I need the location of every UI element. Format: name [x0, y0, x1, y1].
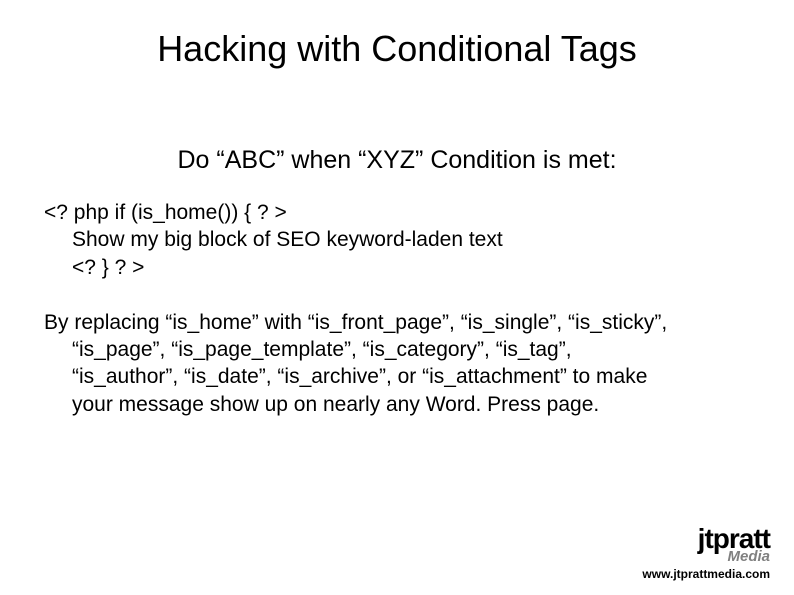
- slide-title: Hacking with Conditional Tags: [0, 0, 794, 78]
- explain-line-1: By replacing “is_home” with “is_front_pa…: [44, 309, 750, 336]
- explain-line-3: “is_author”, “is_date”, “is_archive”, or…: [44, 363, 750, 390]
- code-line-1: <? php if (is_home()) { ? >: [44, 199, 750, 226]
- logo-url-text: www.jtprattmedia.com: [642, 567, 770, 581]
- code-line-3: <? } ? >: [44, 254, 750, 281]
- explain-line-2: “is_page”, “is_page_template”, “is_categ…: [44, 336, 750, 363]
- code-block: <? php if (is_home()) { ? > Show my big …: [0, 199, 794, 281]
- code-line-2: Show my big block of SEO keyword-laden t…: [44, 226, 750, 253]
- explanation-block: By replacing “is_home” with “is_front_pa…: [0, 309, 794, 418]
- slide-subtitle: Do “ABC” when “XYZ” Condition is met:: [0, 146, 794, 175]
- footer-logo: jtpratt Media www.jtprattmedia.com: [642, 526, 770, 581]
- explain-line-4: your message show up on nearly any Word.…: [44, 391, 750, 418]
